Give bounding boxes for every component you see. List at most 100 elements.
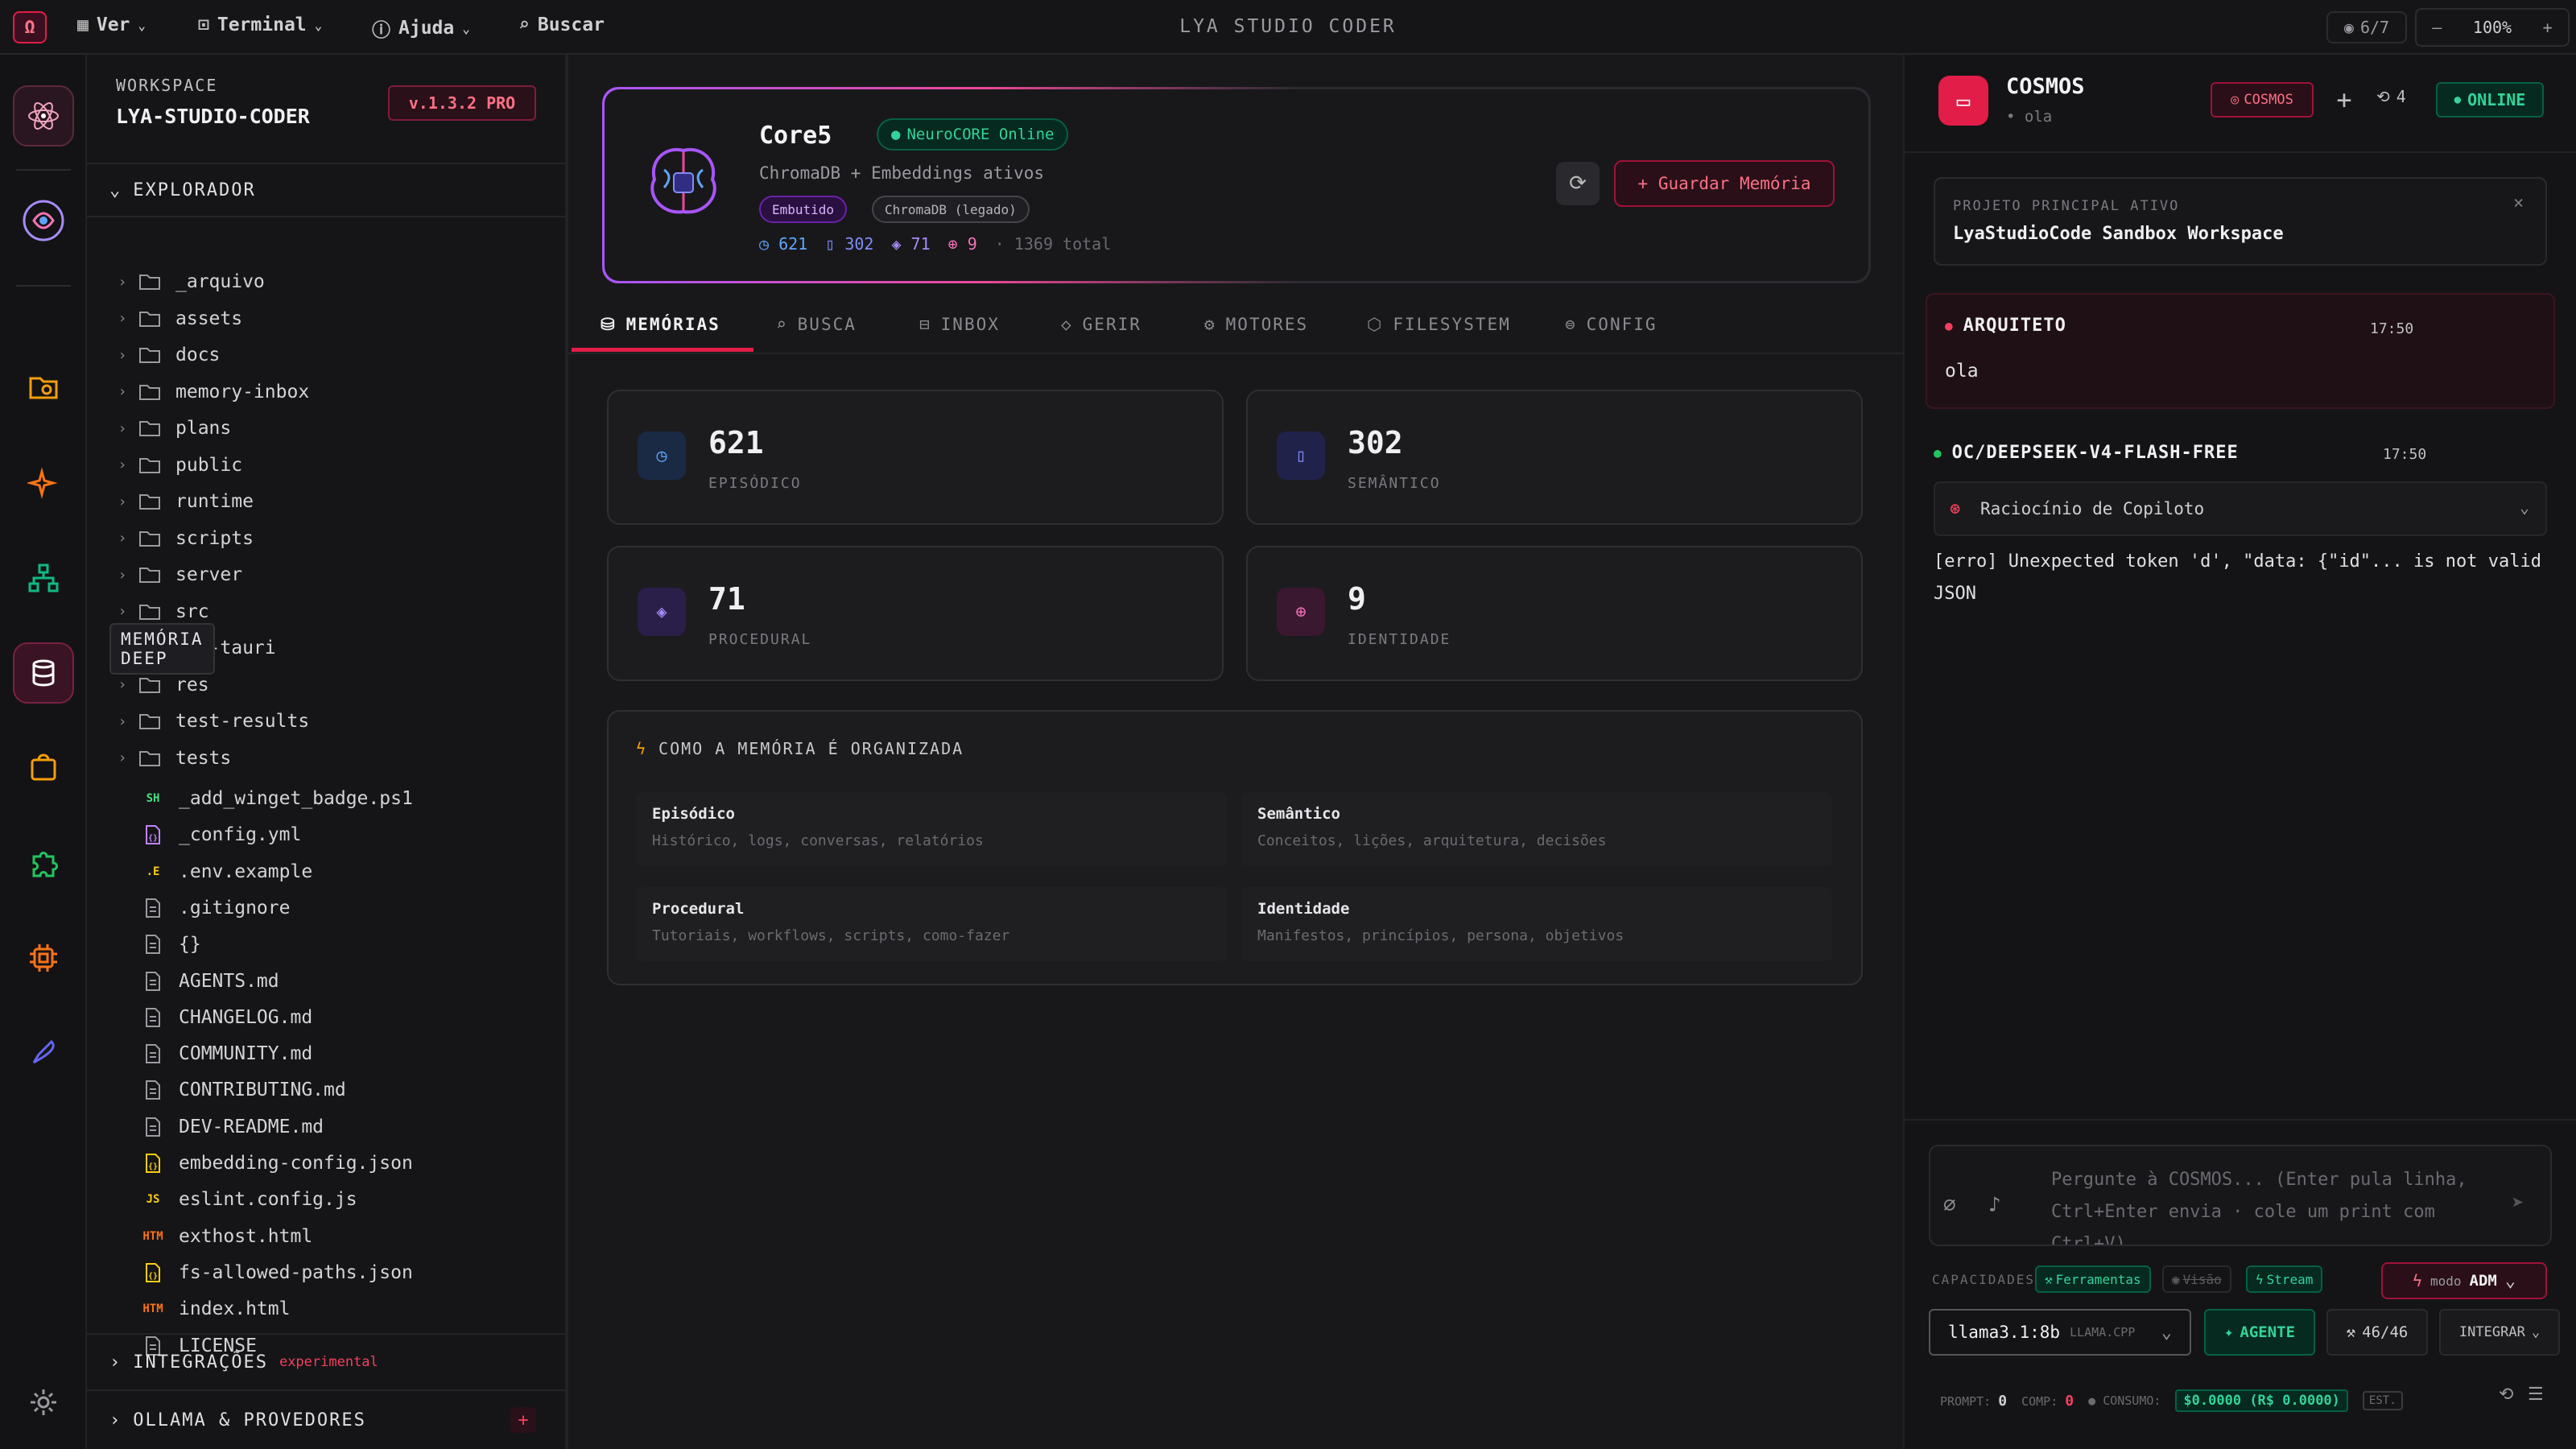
folder-item[interactable]: › public (111, 449, 243, 481)
folder-item[interactable]: › plans (111, 412, 232, 444)
menu-ajuda[interactable]: ⓘ Ajuda ⌄ (372, 14, 470, 42)
save-memory-button[interactable]: + Guardar Memória (1614, 160, 1835, 207)
folder-search-icon[interactable] (13, 356, 74, 417)
tab-memorias[interactable]: ⛁ MEMÓRIAS (601, 296, 720, 353)
file-item[interactable]: {} _config.yml (137, 819, 301, 851)
folder-item[interactable]: › _arquivo (111, 266, 265, 298)
embutido-tag: Embutido (759, 196, 848, 223)
refresh-icon[interactable]: ⟳ (1556, 162, 1600, 205)
message-time: 17:50 (2383, 446, 2427, 463)
stat-card-procedural[interactable]: ◈ 71 PROCEDURAL (607, 546, 1224, 681)
sidebar-divider (87, 1333, 565, 1335)
file-item[interactable]: .E .env.example (137, 856, 313, 888)
stat-card-episodico[interactable]: ◷ 621 EPISÓDICO (607, 390, 1224, 525)
tab-config[interactable]: ⊜ CONFIG (1565, 296, 1657, 353)
settings-icon[interactable] (13, 1372, 74, 1433)
new-chat-button[interactable]: + (2328, 84, 2360, 116)
core-brain-icon (640, 138, 727, 225)
cap-visao[interactable]: ◉ Visão (2162, 1265, 2231, 1293)
tab-gerir[interactable]: ◇ GERIR (1061, 296, 1141, 353)
file-item[interactable]: DEV-README.md (137, 1111, 324, 1143)
package-icon[interactable] (13, 737, 74, 799)
chevron-right-icon: › (118, 346, 127, 364)
menu-terminal[interactable]: ⊡ Terminal ⌄ (198, 14, 322, 35)
folder-icon (134, 712, 166, 730)
folder-item[interactable]: › test-results (111, 705, 310, 737)
cap-stream[interactable]: ϟ Stream (2246, 1265, 2323, 1293)
zoom-in-button[interactable]: + (2543, 18, 2553, 37)
zoom-out-button[interactable]: – (2432, 18, 2442, 37)
stat-card-semantico[interactable]: ▯ 302 SEMÂNTICO (1246, 390, 1863, 525)
model-selector[interactable]: llama3.1:8b LLAMA.CPP ⌄ (1929, 1309, 2191, 1356)
file-item[interactable]: CHANGELOG.md (137, 1001, 312, 1034)
close-icon[interactable]: × (2513, 193, 2524, 213)
cosmos-badge[interactable]: ◎ COSMOS (2211, 82, 2314, 118)
file-name: eslint.config.js (179, 1189, 357, 1211)
model-name: llama3.1:8b (1948, 1323, 2061, 1342)
neurocore-status-label: NeuroCORE Online (906, 126, 1055, 143)
reasoning-toggle[interactable]: ⊛ Raciocínio de Copiloto ⌄ (1934, 481, 2547, 536)
atom-icon[interactable] (13, 85, 74, 147)
send-icon[interactable]: ➤ (2512, 1191, 2524, 1216)
chevron-right-icon: › (109, 1352, 122, 1373)
integrate-button[interactable]: INTEGRAR ⌄ (2439, 1309, 2560, 1356)
microphone-icon[interactable]: ♪ (1988, 1193, 2001, 1217)
file-item[interactable]: {} fs-allowed-paths.json (137, 1257, 413, 1289)
tools-button[interactable]: ⚒ 46/46 (2326, 1309, 2428, 1356)
tab-motores-label: MOTORES (1225, 315, 1309, 334)
file-item[interactable]: HTM exthost.html (137, 1220, 312, 1253)
rocket-icon[interactable] (13, 1022, 74, 1084)
file-item[interactable]: AGENTS.md (137, 965, 279, 997)
network-icon[interactable] (13, 547, 74, 609)
file-item[interactable]: SH _add_winget_badge.ps1 (137, 782, 413, 815)
tab-inbox[interactable]: ⊟ INBOX (919, 296, 1000, 353)
menu-ver[interactable]: ▦ Ver ⌄ (77, 14, 146, 35)
folder-item[interactable]: › scripts (111, 522, 254, 555)
folder-item[interactable]: › runtime (111, 485, 254, 518)
tab-busca[interactable]: ⌕ BUSCA (776, 296, 857, 353)
views-indicator[interactable]: ◉ 6/7 (2326, 11, 2407, 43)
file-item[interactable]: COMMUNITY.md (137, 1038, 312, 1070)
chevron-right-icon: › (118, 419, 127, 437)
file-item[interactable]: HTM index.html (137, 1293, 290, 1325)
file-item[interactable]: CONTRIBUTING.md (137, 1074, 346, 1106)
file-item[interactable]: JS eslint.config.js (137, 1183, 357, 1216)
stat-card-identidade[interactable]: ⊕ 9 IDENTIDADE (1246, 546, 1863, 681)
author-dot-icon: ● (1945, 318, 1954, 333)
sparkle-icon[interactable] (13, 452, 74, 514)
search-button[interactable]: ⌕ Buscar (518, 14, 605, 35)
integrations-header[interactable]: › INTEGRAÇÕES experimental (109, 1344, 378, 1380)
history-button[interactable]: ⟲ 4 (2376, 87, 2406, 106)
file-item[interactable]: {} (137, 928, 201, 960)
tab-motores[interactable]: ⚙ MOTORES (1204, 296, 1308, 353)
puzzle-icon[interactable] (13, 832, 74, 894)
agent-button[interactable]: ✦ AGENTE (2204, 1309, 2315, 1356)
folder-name: memory-inbox (175, 381, 310, 402)
folder-icon (134, 603, 166, 621)
organization-header: ϟ COMO A MEMÓRIA É ORGANIZADA (636, 739, 964, 758)
cpu-icon[interactable] (13, 927, 74, 989)
mode-selector[interactable]: ϟ modo ADM ⌄ (2381, 1262, 2547, 1299)
procedural-count: ◈ 71 (891, 234, 931, 254)
paperclip-icon[interactable]: ⌀ (1943, 1193, 1956, 1217)
folder-item[interactable]: › tests (111, 742, 232, 774)
file-item[interactable]: {} embedding-config.json (137, 1147, 413, 1179)
folder-item[interactable]: › docs (111, 339, 221, 371)
folder-item[interactable]: › server (111, 559, 243, 591)
ollama-header[interactable]: › OLLAMA & PROVEDORES (109, 1402, 366, 1438)
folder-item[interactable]: › assets (111, 303, 243, 335)
cap-ferramentas[interactable]: ⚒ Ferramentas (2035, 1265, 2151, 1293)
tab-filesystem[interactable]: ⬡ FILESYSTEM (1367, 296, 1511, 353)
brain-icon[interactable] (13, 190, 74, 251)
file-icon: JS (146, 1193, 160, 1207)
file-item[interactable]: .gitignore (137, 892, 290, 924)
chat-input[interactable]: ⌀ ♪ Pergunte à COSMOS... (Enter pula lin… (1929, 1145, 2552, 1246)
database-icon[interactable] (13, 642, 74, 704)
add-provider-button[interactable]: + (510, 1407, 536, 1433)
file-name: exthost.html (179, 1225, 313, 1247)
reset-icon[interactable]: ⟲ (2499, 1385, 2513, 1405)
app-logo[interactable]: Ω (13, 11, 47, 43)
chevron-right-icon: › (118, 383, 127, 400)
folder-item[interactable]: › memory-inbox (111, 376, 310, 408)
stack-icon[interactable]: ☰ (2528, 1385, 2544, 1405)
